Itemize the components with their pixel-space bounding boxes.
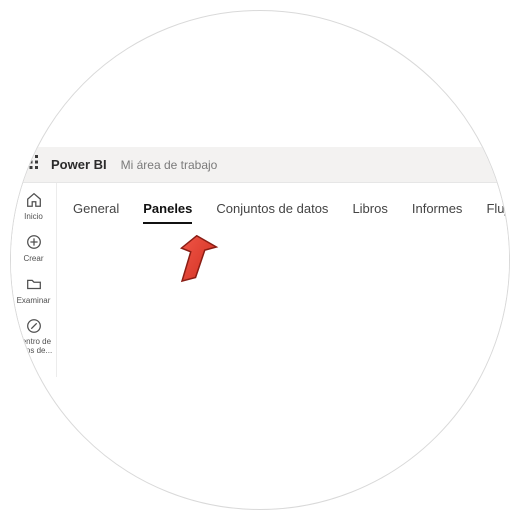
tab-conjuntos-de-datos[interactable]: Conjuntos de datos bbox=[216, 201, 328, 224]
waffle-icon bbox=[24, 155, 38, 174]
sidebar-item-label: Examinar bbox=[17, 296, 51, 305]
app-launcher-button[interactable] bbox=[19, 153, 43, 177]
tab-paneles[interactable]: Paneles bbox=[143, 201, 192, 224]
sidebar-item-label: Crear bbox=[23, 254, 43, 263]
tab-informes[interactable]: Informes bbox=[412, 201, 463, 224]
tab-general[interactable]: General bbox=[73, 201, 119, 224]
tab-flujos-de-datos[interactable]: Flujos de datos bbox=[486, 201, 510, 224]
sidebar-item-examinar[interactable]: Examinar bbox=[12, 275, 56, 305]
sidebar-item-label: Centro de datos de... bbox=[12, 338, 56, 356]
breadcrumb[interactable]: Mi área de trabajo bbox=[121, 158, 218, 172]
top-bar: Power BI Mi área de trabajo bbox=[11, 147, 510, 183]
compass-icon bbox=[25, 317, 43, 335]
folder-icon bbox=[25, 275, 43, 293]
sidebar-item-inicio[interactable]: Inicio bbox=[12, 191, 56, 221]
brand-label: Power BI bbox=[51, 157, 107, 172]
plus-circle-icon bbox=[25, 233, 43, 251]
sidebar-item-label: Inicio bbox=[24, 212, 43, 221]
app-window: Power BI Mi área de trabajo Inicio bbox=[11, 147, 510, 377]
tabs-bar: General Paneles Conjuntos de datos Libro… bbox=[73, 201, 510, 224]
home-icon bbox=[25, 191, 43, 209]
sidebar-item-crear[interactable]: Crear bbox=[12, 233, 56, 263]
sidebar-item-datos[interactable]: Centro de datos de... bbox=[12, 317, 56, 356]
content-area: General Paneles Conjuntos de datos Libro… bbox=[57, 183, 510, 377]
tab-libros[interactable]: Libros bbox=[352, 201, 387, 224]
sidebar: Inicio Crear Examinar bbox=[11, 183, 57, 377]
